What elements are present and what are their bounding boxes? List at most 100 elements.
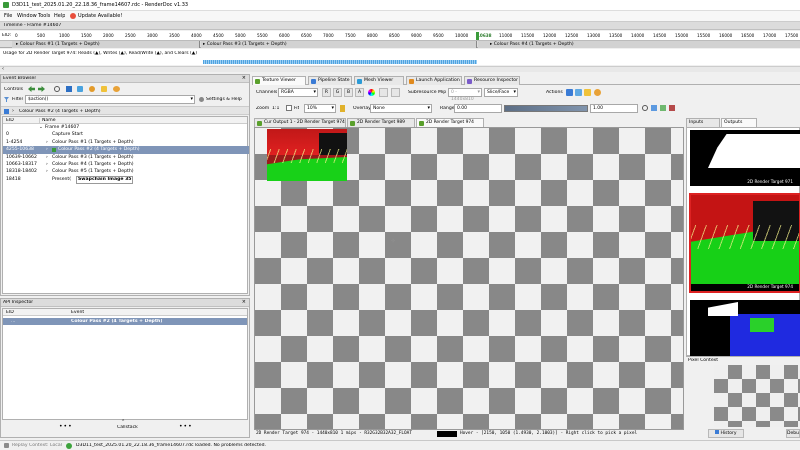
timeline-pass-3[interactable]: ▸ Colour Pass #3 (1 Targets + Depth): [201, 41, 477, 48]
event-row[interactable]: 0 Capture Start: [3, 131, 249, 138]
channels-select[interactable]: RGBA: [278, 88, 318, 97]
thumbnail-1[interactable]: 2D Render Target 971: [690, 130, 800, 186]
texture-tab[interactable]: Cur Output 1 - 2D Render Target 974: [254, 118, 346, 127]
api-col-event[interactable]: Event: [71, 310, 84, 315]
range-reset-icon[interactable]: [660, 105, 666, 111]
event-row[interactable]: 10663-18317 › Colour Pass #4 (1 Targets + …: [3, 161, 249, 168]
timeline-pass-4[interactable]: ▸ Colour Pass #4 (1 Targets + Depth): [478, 41, 800, 48]
splitter-dots-left[interactable]: •••: [59, 423, 73, 430]
jump-icon[interactable]: [77, 86, 83, 92]
main-tab[interactable]: Pipeline State: [308, 76, 352, 85]
main-tab[interactable]: Launch Application: [406, 76, 462, 85]
flip-icon[interactable]: [391, 88, 400, 97]
filter-input-value: $action(): [28, 97, 49, 102]
menu-update[interactable]: Update Available!: [78, 13, 122, 19]
menu-tools[interactable]: Tools: [38, 13, 50, 19]
pass-bookmark-icon[interactable]: [4, 108, 9, 114]
thumbnail-3[interactable]: [690, 300, 800, 356]
bookmark-icon[interactable]: [66, 86, 72, 92]
collapse-arrow-icon[interactable]: ⌄: [39, 124, 43, 131]
debug-button[interactable]: Debu: [786, 429, 800, 438]
slice-select[interactable]: Slice/Face: [484, 88, 518, 97]
pin-icon[interactable]: [340, 105, 345, 112]
zoom-ratio[interactable]: 1:1: [272, 106, 279, 111]
settings-icon[interactable]: [199, 97, 204, 102]
forward-arrow-icon[interactable]: [38, 86, 45, 92]
scroll-left-icon[interactable]: ‹: [2, 66, 4, 72]
filter-input[interactable]: $action(): [25, 95, 195, 104]
channel-g-toggle[interactable]: G: [333, 88, 342, 97]
view-texture-icon[interactable]: [584, 89, 591, 96]
find-icon[interactable]: [54, 86, 60, 92]
channel-b-toggle[interactable]: B: [344, 88, 353, 97]
event-tree: EID Name ⌄ Frame #14607 0 Capture Start 1-42…: [2, 116, 249, 294]
range-zoom-icon[interactable]: [642, 105, 648, 111]
timeline-scrollbar[interactable]: ‹: [0, 66, 800, 72]
range-min-input[interactable]: 0.00: [454, 104, 502, 113]
event-marker-icon: [476, 32, 479, 40]
display-mode-icon[interactable]: [379, 88, 388, 97]
timeline-tick: 10638: [477, 33, 492, 38]
histogram-icon[interactable]: [669, 105, 675, 111]
panel-close-icon[interactable]: ×: [242, 75, 246, 81]
timeline-pass-1[interactable]: ▸ Colour Pass #1 (1 Targets + Depth): [12, 41, 200, 48]
texture-tab[interactable]: 2D Render Target 989: [347, 118, 415, 127]
api-col-eid[interactable]: EID: [6, 310, 14, 315]
texture-canvas[interactable]: ⊹: [254, 127, 684, 430]
colour-wheel-icon[interactable]: [368, 89, 375, 96]
event-row[interactable]: 18318-18402 › Colour Pass #5 (1 Targets + …: [3, 168, 249, 175]
menu-file[interactable]: File: [4, 13, 12, 19]
range-max-input[interactable]: 1.00: [590, 104, 638, 113]
range-auto-icon[interactable]: [651, 105, 657, 111]
history-button[interactable]: History: [708, 429, 744, 438]
event-row[interactable]: 10639-10662 › Colour Pass #3 (1 Targets + …: [3, 154, 249, 161]
main-tab[interactable]: Resource Inspector: [464, 76, 520, 85]
channel-a-toggle[interactable]: A: [355, 88, 364, 97]
export-icon[interactable]: [113, 86, 120, 92]
expand-arrow-icon[interactable]: ›: [46, 154, 48, 161]
menu-help[interactable]: Help: [54, 13, 65, 19]
actions-label: Actions: [546, 90, 563, 95]
main-tab[interactable]: Mesh Viewer: [354, 76, 404, 85]
api-close-icon[interactable]: ×: [242, 299, 246, 305]
colour-icon[interactable]: [101, 86, 107, 92]
timeline-tick: 2500: [125, 33, 136, 38]
goto-location-icon[interactable]: [575, 89, 582, 96]
replay-context-icon[interactable]: [4, 443, 9, 448]
expand-arrow-icon[interactable]: ›: [46, 146, 48, 153]
actions-menu-icon[interactable]: [594, 89, 601, 96]
inputs-tab[interactable]: Inputs: [686, 118, 720, 127]
event-row-resource[interactable]: Swapchain Image 35: [76, 176, 134, 184]
pixel-context-view[interactable]: [714, 365, 800, 427]
event-row[interactable]: ⌄ Frame #14607: [3, 124, 249, 131]
splitter-dots-right[interactable]: •••: [179, 423, 193, 430]
fit-checkbox[interactable]: [286, 105, 292, 111]
event-row[interactable]: 4255-10638 › Colour Pass #2 (4 Targets + D…: [3, 146, 249, 154]
outputs-tab[interactable]: Outputs: [721, 118, 757, 127]
settings-gear-icon[interactable]: [89, 86, 95, 92]
col-name-header[interactable]: Name: [39, 118, 56, 123]
range-histogram[interactable]: [504, 105, 588, 112]
mip-select[interactable]: 0 - 1440x810: [448, 88, 482, 102]
back-arrow-icon[interactable]: [28, 86, 35, 92]
expand-arrow-icon[interactable]: ›: [46, 168, 48, 175]
callstack-label[interactable]: Callstack: [117, 425, 138, 430]
timeline-ruler[interactable]: EID: 0 500 1000 1500 2000 2500 3000 3500 4000 450…: [0, 31, 800, 41]
menu-window[interactable]: Window: [17, 13, 37, 19]
save-texture-icon[interactable]: [566, 89, 573, 96]
overlay-select[interactable]: None: [370, 104, 432, 113]
expand-arrow-icon[interactable]: ›: [46, 161, 48, 168]
thumbnail-2[interactable]: 2D Render Target 974: [689, 193, 800, 293]
channel-r-toggle[interactable]: R: [322, 88, 331, 97]
event-row[interactable]: 18418 Present(Swapchain Image 35: [3, 176, 249, 184]
api-row[interactable]: ... Colour Pass #2 (4 Targets + Depth): [3, 318, 247, 325]
zoom-select[interactable]: 10%: [304, 104, 336, 113]
inputs-tab-label: Inputs: [689, 120, 704, 125]
settings-help-button[interactable]: Settings & Help: [206, 97, 242, 102]
event-row[interactable]: 1-4254 › Colour Pass #1 (1 Targets + Depth…: [3, 139, 249, 146]
expand-arrow-icon[interactable]: ›: [46, 139, 48, 146]
texture-tab[interactable]: 2D Render Target 974: [416, 118, 484, 127]
replay-context-label[interactable]: Replay Context: Local: [12, 443, 62, 448]
main-tab[interactable]: Texture Viewer: [252, 76, 306, 85]
col-eid-header[interactable]: EID: [6, 118, 14, 123]
